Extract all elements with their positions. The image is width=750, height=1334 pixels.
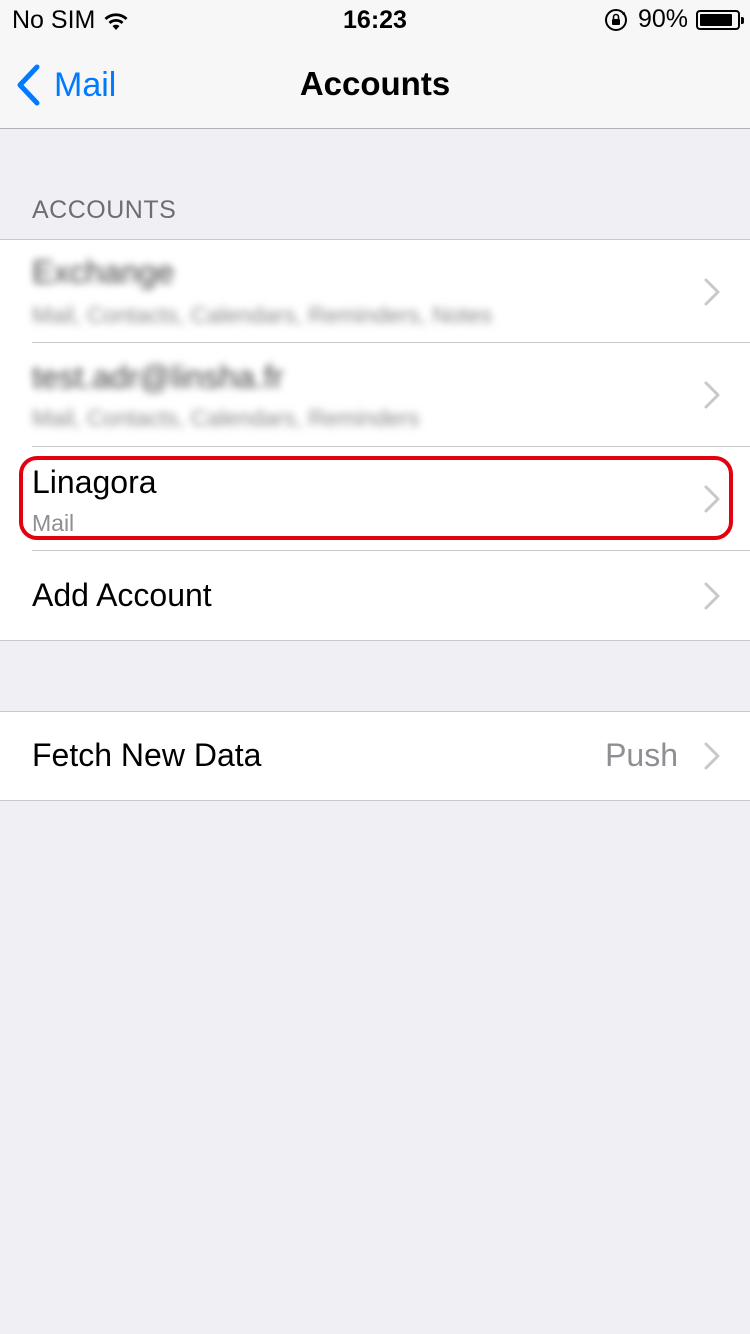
battery-percent: 90%: [637, 5, 688, 33]
fetch-new-data-label: Fetch New Data: [32, 737, 262, 773]
battery-tip: [741, 16, 744, 24]
account-row-exchange[interactable]: Exchange Mail, Contacts, Calendars, Remi…: [0, 240, 750, 343]
chevron-right-icon: [704, 485, 720, 513]
account-row-linagora[interactable]: Linagora Mail: [0, 447, 750, 551]
account-title: test.adr@linsha.fr: [32, 359, 284, 395]
chevron-right-icon: [704, 582, 720, 610]
chevron-right-icon: [704, 742, 720, 770]
chevron-right-icon: [704, 278, 720, 306]
account-subtitle: Mail: [32, 510, 75, 536]
fetch-settings-list: Fetch New Data Push: [0, 711, 750, 801]
navigation-bar: Mail Accounts: [0, 40, 750, 129]
rotation-lock-icon: [604, 8, 627, 31]
battery-fill: [700, 13, 733, 26]
status-right: 90%: [604, 5, 744, 34]
account-subtitle: Mail, Contacts, Calendars, Reminders, No…: [32, 302, 493, 328]
accounts-screen: No SIM 16:23 90% Mail Accounts ACCOUNTS …: [0, 0, 750, 1334]
add-account-row[interactable]: Add Account: [0, 551, 750, 641]
battery-icon: [696, 9, 744, 30]
fetch-new-data-row[interactable]: Fetch New Data Push: [0, 712, 750, 800]
accounts-section-header: ACCOUNTS: [32, 196, 177, 224]
account-title: Exchange: [32, 254, 175, 290]
account-title: Linagora: [32, 464, 157, 500]
add-account-label: Add Account: [32, 577, 212, 613]
fetch-new-data-value: Push: [605, 737, 678, 773]
page-title: Accounts: [299, 65, 451, 102]
accounts-list: Exchange Mail, Contacts, Calendars, Remi…: [0, 239, 750, 641]
account-row-email[interactable]: test.adr@linsha.fr Mail, Contacts, Calen…: [0, 343, 750, 447]
chevron-right-icon: [704, 381, 720, 409]
account-subtitle: Mail, Contacts, Calendars, Reminders: [32, 405, 420, 431]
status-bar: No SIM 16:23 90%: [0, 0, 750, 40]
